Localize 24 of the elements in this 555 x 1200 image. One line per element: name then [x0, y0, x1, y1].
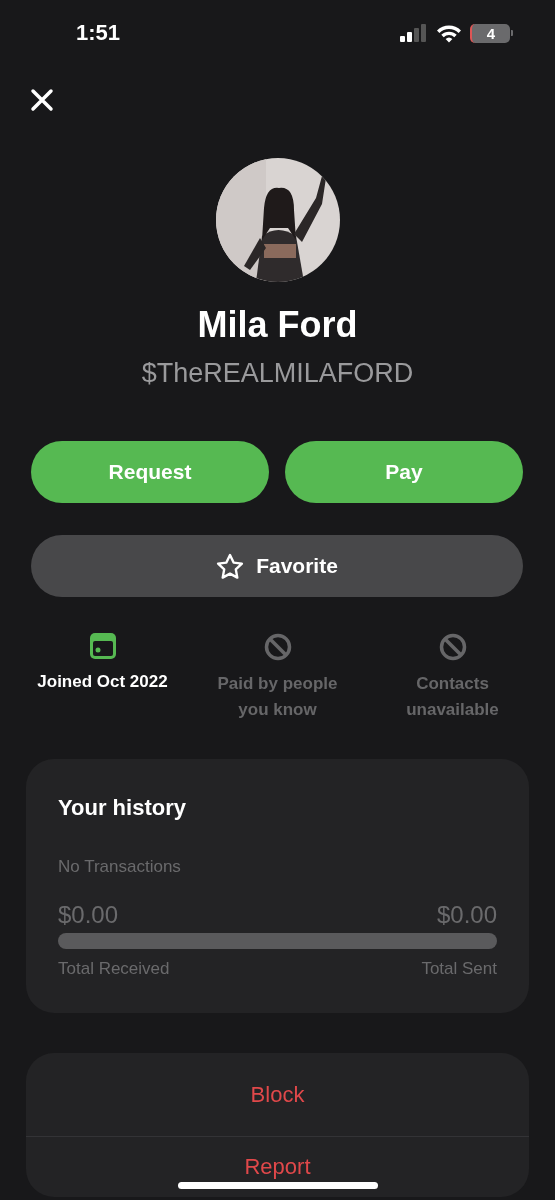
- fact-label: Joined Oct 2022: [37, 671, 168, 693]
- history-title: Your history: [58, 795, 187, 821]
- primary-button[interactable]: Pay: [285, 441, 523, 503]
- status-time: 1:51: [76, 20, 121, 46]
- prohibited-icon: [438, 633, 467, 661]
- wifi-icon: [436, 23, 462, 43]
- fact-label: Paid by people you know: [217, 673, 338, 721]
- star-icon: [216, 552, 245, 580]
- favorite-button[interactable]: Favorite: [31, 535, 523, 597]
- battery-level: 4: [470, 23, 510, 43]
- received-label: Total Received: [58, 959, 170, 979]
- primary-button[interactable]: Request: [31, 441, 269, 503]
- sent-amount: $0.00: [436, 901, 497, 929]
- fact-label: Contacts unavailable: [405, 673, 500, 721]
- prohibited-icon: [263, 633, 292, 661]
- sent-label: Total Sent: [421, 959, 497, 979]
- calendar-icon: [89, 633, 116, 659]
- profile-handle: $TheREALMILAFORD: [140, 358, 415, 389]
- report-button[interactable]: Report: [26, 1137, 529, 1197]
- received-amount: $0.00: [58, 901, 119, 929]
- block-button[interactable]: Block: [26, 1053, 529, 1137]
- signal-icon: [400, 24, 428, 42]
- profile-name: Mila Ford: [196, 304, 359, 346]
- empty-note: No Transactions: [58, 857, 182, 877]
